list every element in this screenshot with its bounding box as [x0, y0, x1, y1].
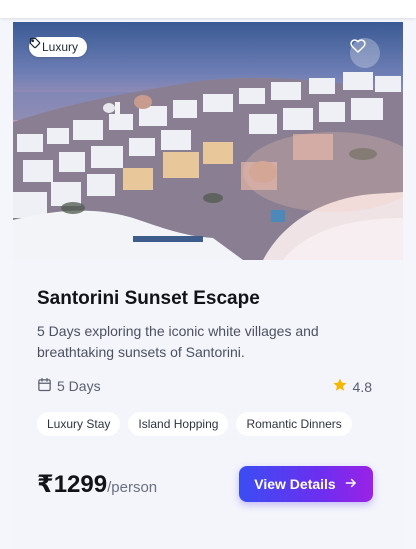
rating-value: 4.8 [352, 378, 372, 395]
page-header-strip [0, 0, 416, 18]
tour-title: Santorini Sunset Escape [37, 288, 260, 309]
feature-tag: Luxury Stay [37, 412, 121, 436]
tour-price: ₹1299 /person [37, 470, 157, 499]
favorite-button[interactable] [350, 38, 380, 68]
feature-tag: Island Hopping [128, 412, 229, 436]
santorini-illustration [13, 72, 403, 260]
tour-duration: 5 Days [37, 377, 101, 395]
duration-label: 5 Days [57, 378, 101, 394]
feature-tags: Luxury Stay Island Hopping Romantic Dinn… [37, 412, 352, 436]
tour-rating: 4.8 [332, 377, 372, 396]
view-details-label: View Details [254, 476, 336, 492]
destination-photo: Luxury [13, 22, 403, 260]
price-unit: /person [107, 479, 158, 496]
category-badge-label: Luxury [42, 40, 79, 54]
view-details-button[interactable]: View Details [239, 466, 373, 502]
feature-tag: Romantic Dinners [236, 412, 352, 436]
calendar-icon [37, 377, 52, 395]
price-amount: ₹1299 [37, 471, 108, 498]
category-badge: Luxury [29, 37, 88, 57]
star-icon [332, 377, 348, 396]
tour-description: 5 Days exploring the iconic white villag… [37, 323, 319, 360]
tour-card[interactable]: Luxury Santorini Sunset Escape 5 Days ex… [13, 22, 403, 549]
arrow-right-icon [344, 476, 358, 493]
